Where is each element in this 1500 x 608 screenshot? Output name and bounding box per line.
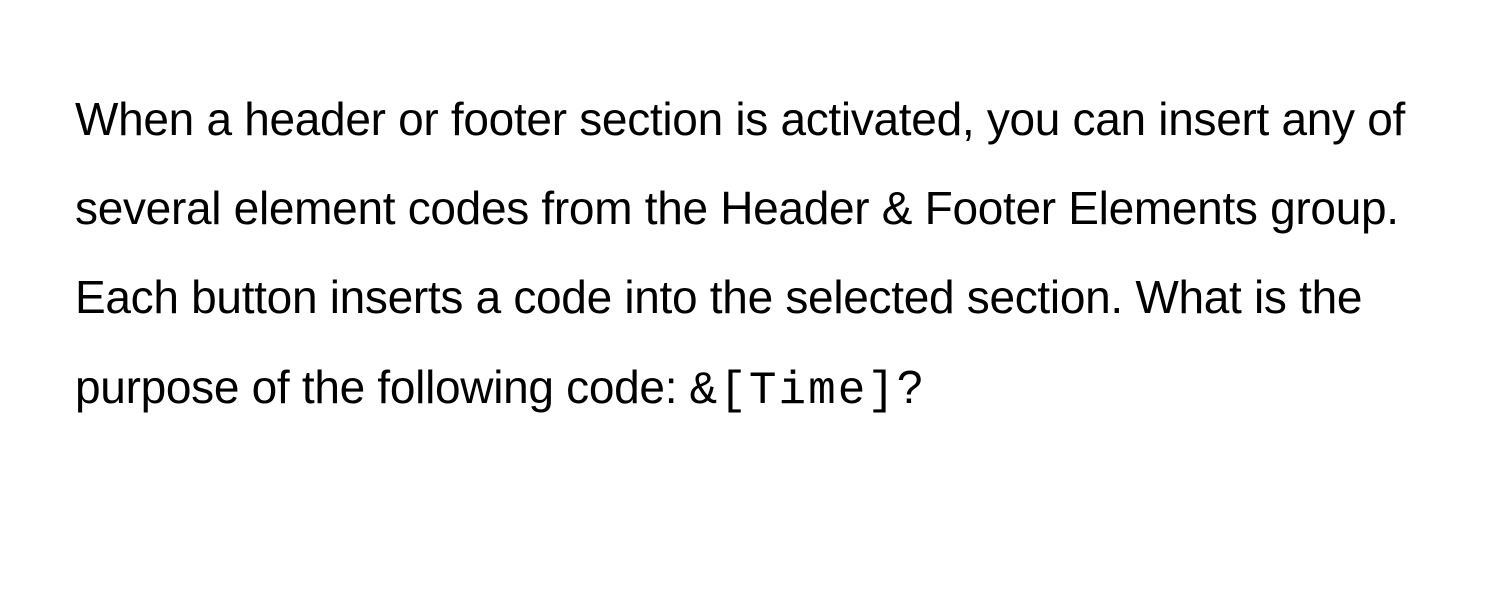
question-code: &[Time] (690, 365, 897, 417)
question-paragraph: When a header or footer section is activ… (75, 75, 1425, 436)
question-text-after: ? (897, 361, 922, 413)
